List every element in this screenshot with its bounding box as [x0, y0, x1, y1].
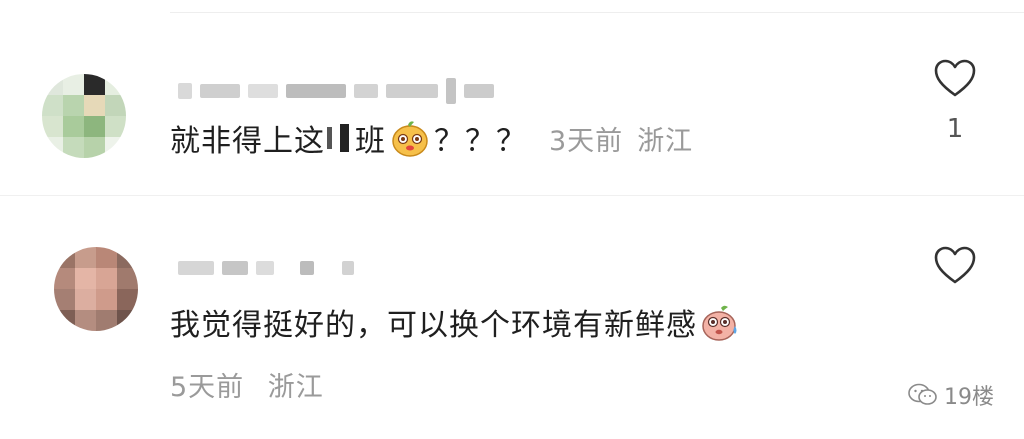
wechat-icon [908, 383, 937, 405]
pig-emoji-icon [702, 305, 737, 341]
comment-item: 我觉得挺好的，可以换个环境有新鲜感 5天前 浙江 [0, 225, 1024, 439]
comment-divider [0, 195, 1024, 196]
comment-text: 我觉得挺好的，可以换个环境有新鲜感 [170, 300, 745, 344]
comment-location: 浙江 [637, 125, 694, 157]
comment-meta: 5天前 浙江 [170, 365, 324, 404]
comment-item: 就非得上这 班 ？？？ 3天前 浙江 1 [0, 36, 1024, 196]
comment-location: 浙江 [267, 372, 324, 403]
watermark: 19楼 [908, 379, 994, 411]
redaction-mark [340, 124, 349, 152]
comment-text-part: 就非得上这 [170, 124, 325, 159]
watermark-label: 19楼 [944, 385, 994, 410]
comment-text-part: 班 [355, 124, 386, 159]
comment-text-part: ？？？ [434, 124, 527, 159]
redaction-mark [327, 127, 332, 149]
comment-text-part: 我觉得挺好的，可以换个环境有新鲜感 [170, 308, 697, 343]
bear-emoji-icon [392, 121, 428, 157]
top-divider [170, 12, 1024, 13]
like-count: 1 [946, 114, 964, 144]
heart-outline-icon [934, 246, 976, 284]
username-redacted[interactable] [178, 253, 362, 283]
comment-time: 5天前 [170, 372, 245, 403]
heart-outline-icon [934, 59, 976, 97]
comment-text: 就非得上这 班 ？？？ 3天前 浙江 [170, 116, 693, 160]
like-button[interactable] [930, 245, 980, 301]
comment-time: 3天前 [549, 125, 624, 157]
avatar[interactable] [54, 247, 138, 331]
like-button[interactable]: 1 [930, 58, 980, 144]
username-redacted[interactable] [178, 76, 502, 106]
avatar[interactable] [42, 74, 126, 158]
